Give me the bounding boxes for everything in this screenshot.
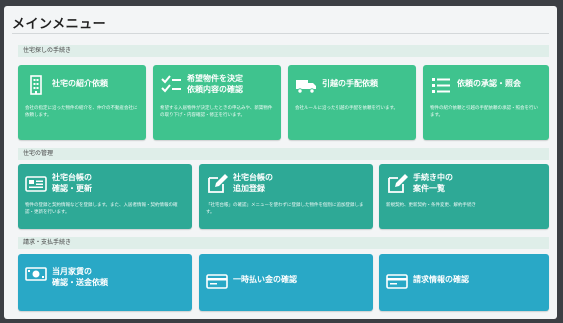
card-icon	[386, 274, 408, 289]
card-title: 社宅の紹介依頼	[52, 79, 108, 88]
page-title: メインメニュー	[12, 17, 107, 32]
card-billing-info[interactable]: 請求情報の確認	[379, 254, 549, 311]
ledger-icon	[25, 176, 47, 192]
edit-icon	[388, 174, 408, 193]
building-icon	[30, 75, 42, 95]
card-description: 会社ルールに沿った引越の手配を依頼を行います。	[295, 106, 399, 111]
card-title: 請求情報の確認	[413, 275, 469, 284]
card-title: 社宅台帳の 確認・更新	[52, 173, 92, 193]
card-decide-property[interactable]: 希望物件を決定 依頼内容の確認 希望する入居物件が決定したときの申込みや、新築物…	[153, 65, 281, 140]
truck-icon	[296, 80, 316, 94]
section-header-housing-management: 住宅の管理	[18, 148, 549, 160]
card-housing-ledger-add[interactable]: 社宅台帳の 追加登録 「社宅台帳」の確認」メニューを使わずに登録した物件を個別に…	[199, 164, 373, 229]
card-title: 当月家賃の 確認・送金依頼	[52, 267, 108, 287]
card-description: 物件の紹介依頼と引越の手配依頼の承認・照会を行います。	[430, 106, 538, 118]
card-description: 物件の登録と契約情報などを登録します。また、入居者情報・契約情報の確認・更新を行…	[25, 203, 178, 215]
checklist-icon	[161, 75, 181, 93]
card-monthly-rent[interactable]: 当月家賃の 確認・送金依頼	[18, 254, 192, 311]
main-menu-panel: メインメニュー 住宅探しの手続き 社宅の紹介依頼 会社の指定に沿った物件の紹介を…	[4, 6, 557, 319]
card-description: 「社宅台帳」の確認」メニューを使わずに登録した物件を個別に追加登録します。	[206, 203, 364, 215]
card-description: 希望する入居物件が決定したときの申込みや、新築物件の取り下げ・内容確認・修正を行…	[160, 106, 273, 118]
card-title: 一時払い金の確認	[233, 275, 297, 284]
card-moving-arrangement[interactable]: 引越の手配依頼 会社ルールに沿った引越の手配を依頼を行います。	[288, 65, 416, 140]
card-title: 手続き中の 案件一覧	[413, 173, 453, 193]
section-header-house-search: 住宅探しの手続き	[18, 45, 549, 57]
section-header-billing: 請求・支払手続き	[18, 237, 549, 249]
card-description: 会社の指定に沿った物件の紹介を、仲介の不動産会社に依頼します。	[25, 106, 138, 118]
card-title: 依頼の承認・照会	[457, 79, 521, 88]
list-icon	[432, 78, 450, 93]
edit-icon	[208, 174, 228, 193]
money-icon	[25, 267, 47, 281]
card-pending-cases[interactable]: 手続き中の 案件一覧 新規契約、更新契約・条件変更、解約手続き	[379, 164, 549, 229]
card-title: 社宅台帳の 追加登録	[233, 173, 273, 193]
title-divider	[12, 33, 549, 34]
card-request-approval[interactable]: 依頼の承認・照会 物件の紹介依頼と引越の手配依頼の承認・照会を行います。	[423, 65, 549, 140]
card-title: 希望物件を決定 依頼内容の確認	[187, 74, 243, 94]
card-title: 引越の手配依頼	[322, 79, 378, 88]
card-icon	[206, 274, 228, 289]
card-housing-ledger-update[interactable]: 社宅台帳の 確認・更新 物件の登録と契約情報などを登録します。また、入居者情報・…	[18, 164, 192, 229]
card-company-housing-referral[interactable]: 社宅の紹介依頼 会社の指定に沿った物件の紹介を、仲介の不動産会社に依頼します。	[18, 65, 146, 140]
card-lump-sum-payment[interactable]: 一時払い金の確認	[199, 254, 373, 311]
card-description: 新規契約、更新契約・条件変更、解約手続き	[386, 203, 476, 208]
